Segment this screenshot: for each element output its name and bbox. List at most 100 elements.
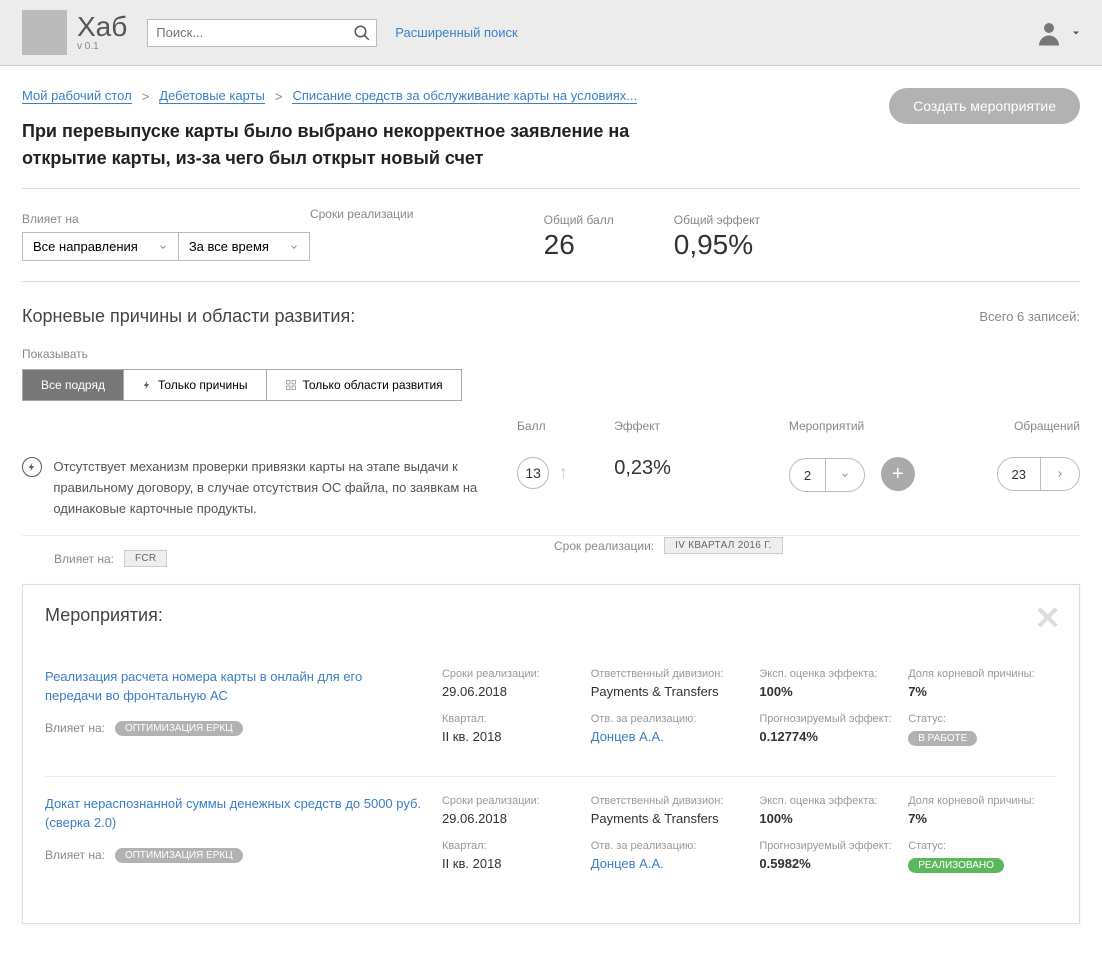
add-event-button[interactable]: +	[881, 457, 915, 491]
breadcrumb-separator: >	[142, 89, 150, 104]
cause-affects-label: Влияет на:	[54, 552, 114, 566]
filter-affects-select[interactable]: Все направления	[22, 232, 178, 261]
section-title: Корневые причины и области развития:	[22, 306, 355, 327]
cause-term-badge: IV КВАРТАЛ 2016 Г.	[664, 537, 783, 554]
user-icon	[1034, 18, 1064, 48]
column-headers: Балл Эффект Мероприятий Обращений	[22, 419, 1080, 433]
event-item: Докат нераспознанной суммы денежных сред…	[45, 777, 1057, 903]
event-status-label: Статус:	[908, 840, 1057, 852]
events-box[interactable]: 2	[789, 458, 865, 492]
stat-effect: Общий эффект 0,95%	[674, 213, 760, 261]
create-event-button[interactable]: Создать мероприятие	[889, 88, 1080, 124]
event-link[interactable]: Докат нераспознанной суммы денежных сред…	[45, 795, 422, 831]
brand-version: v 0.1	[77, 41, 127, 52]
event-share-label: Доля корневой причины:	[908, 795, 1057, 807]
stat-score-label: Общий балл	[544, 213, 614, 227]
event-affects-label: Влияет на:	[45, 721, 105, 735]
filter-term-label: Сроки реализации	[310, 207, 413, 221]
stat-score: Общий балл 26	[544, 213, 614, 261]
close-icon[interactable]: ✕	[1034, 599, 1061, 637]
cause-icon-wrap	[22, 457, 43, 519]
event-item: Реализация расчета номера карты в онлайн…	[45, 650, 1057, 777]
segment-all-button[interactable]: Все подряд	[23, 370, 124, 400]
event-status-label: Статус:	[908, 713, 1057, 725]
event-quarter-value: II кв. 2018	[442, 856, 591, 871]
event-share-value: 7%	[908, 811, 1057, 826]
filter-term-value: За все время	[189, 239, 269, 254]
advanced-search-link[interactable]: Расширенный поиск	[395, 25, 517, 40]
show-filter: Показывать Все подряд Только причины Тол…	[22, 347, 1080, 401]
event-forecast-label: Прогнозируемый эффект:	[759, 713, 908, 725]
event-link[interactable]: Реализация расчета номера карты в онлайн…	[45, 668, 422, 704]
event-exp-value: 100%	[759, 811, 908, 826]
download-icon[interactable]	[847, 95, 869, 117]
col-header-requests: Обращений	[983, 419, 1080, 433]
cause-affects-badge: FCR	[124, 550, 167, 567]
search-wrap	[147, 19, 377, 47]
section-total: Всего 6 записей:	[979, 309, 1080, 324]
cause-effect: 0,23%	[614, 457, 789, 519]
event-term-label: Сроки реализации:	[442, 668, 591, 680]
stats: Общий балл 26 Общий эффект 0,95%	[544, 213, 760, 261]
filter-term-select[interactable]: За все время	[178, 232, 310, 261]
search-icon[interactable]	[353, 24, 371, 42]
cause-events: 2 +	[789, 457, 983, 519]
requests-count: 23	[1012, 467, 1026, 482]
stat-effect-value: 0,95%	[674, 229, 760, 261]
segment-causes-button[interactable]: Только причины	[124, 370, 267, 400]
event-responsible-value[interactable]: Донцев А.А.	[591, 856, 760, 871]
ball-pill: 13	[517, 457, 549, 489]
segment-areas-button[interactable]: Только области развития	[267, 370, 461, 400]
search-input[interactable]	[147, 19, 377, 47]
brand-wrap: Хаб v 0.1	[77, 13, 127, 52]
segment-areas-label: Только области развития	[303, 378, 443, 392]
event-quarter-value: II кв. 2018	[442, 729, 591, 744]
event-division-label: Ответственный дивизион:	[591, 795, 760, 807]
event-quarter-label: Квартал:	[442, 840, 591, 852]
chevron-down-icon	[1070, 27, 1082, 39]
event-affects-badge: ОПТИМИЗАЦИЯ ЕРКЦ	[115, 721, 243, 736]
breadcrumb-item[interactable]: Мой рабочий стол	[22, 88, 132, 104]
requests-box[interactable]: 23	[997, 457, 1080, 491]
effect-value: 0,23%	[614, 457, 671, 479]
event-share-value: 7%	[908, 684, 1057, 699]
event-exp-label: Эксп. оценка эффекта:	[759, 668, 908, 680]
breadcrumb-item[interactable]: Списание средств за обслуживание карты н…	[292, 88, 637, 104]
segment-control: Все подряд Только причины Только области…	[22, 369, 462, 401]
col-header-events: Мероприятий	[789, 419, 983, 433]
user-menu[interactable]	[1034, 18, 1082, 48]
events-count: 2	[804, 468, 811, 483]
event-forecast-value: 0.5982%	[759, 856, 908, 871]
event-status-badge: РЕАЛИЗОВАНО	[908, 858, 1004, 873]
section-header: Корневые причины и области развития: Все…	[22, 282, 1080, 347]
cause-text: Отсутствует механизм проверки привязки к…	[53, 457, 517, 519]
topbar: Хаб v 0.1 Расширенный поиск	[0, 0, 1102, 66]
brand-name: Хаб	[77, 13, 127, 41]
event-quarter-label: Квартал:	[442, 713, 591, 725]
cause-row: Отсутствует механизм проверки привязки к…	[22, 447, 1080, 536]
event-responsible-label: Отв. за реализацию:	[591, 840, 760, 852]
stat-score-value: 26	[544, 229, 614, 261]
breadcrumb-item[interactable]: Дебетовые карты	[159, 88, 265, 104]
col-header-effect: Эффект	[614, 419, 789, 433]
grid-icon	[285, 379, 297, 391]
bolt-circle-icon	[22, 457, 42, 477]
cause-term-row: Срок реализации: IV КВАРТАЛ 2016 Г.	[554, 537, 1080, 554]
event-responsible-label: Отв. за реализацию:	[591, 713, 760, 725]
event-exp-label: Эксп. оценка эффекта:	[759, 795, 908, 807]
event-status-badge: В РАБОТЕ	[908, 731, 977, 746]
event-responsible-value[interactable]: Донцев А.А.	[591, 729, 760, 744]
events-panel-title: Мероприятия:	[45, 605, 1057, 626]
arrow-up-icon: ↑	[559, 462, 568, 483]
segment-causes-label: Только причины	[158, 378, 248, 392]
header-actions: Создать мероприятие	[847, 88, 1080, 124]
event-forecast-label: Прогнозируемый эффект:	[759, 840, 908, 852]
event-share-label: Доля корневой причины:	[908, 668, 1057, 680]
chevron-down-icon	[158, 242, 168, 252]
page-title: При перевыпуске карты было выбрано некор…	[22, 118, 662, 172]
page-header: Мой рабочий стол > Дебетовые карты > Спи…	[22, 66, 1080, 189]
event-forecast-value: 0.12774%	[759, 729, 908, 744]
event-division-label: Ответственный дивизион:	[591, 668, 760, 680]
stat-effect-label: Общий эффект	[674, 213, 760, 227]
filter-row: Влияет на Все направления За все время С…	[22, 189, 1080, 282]
